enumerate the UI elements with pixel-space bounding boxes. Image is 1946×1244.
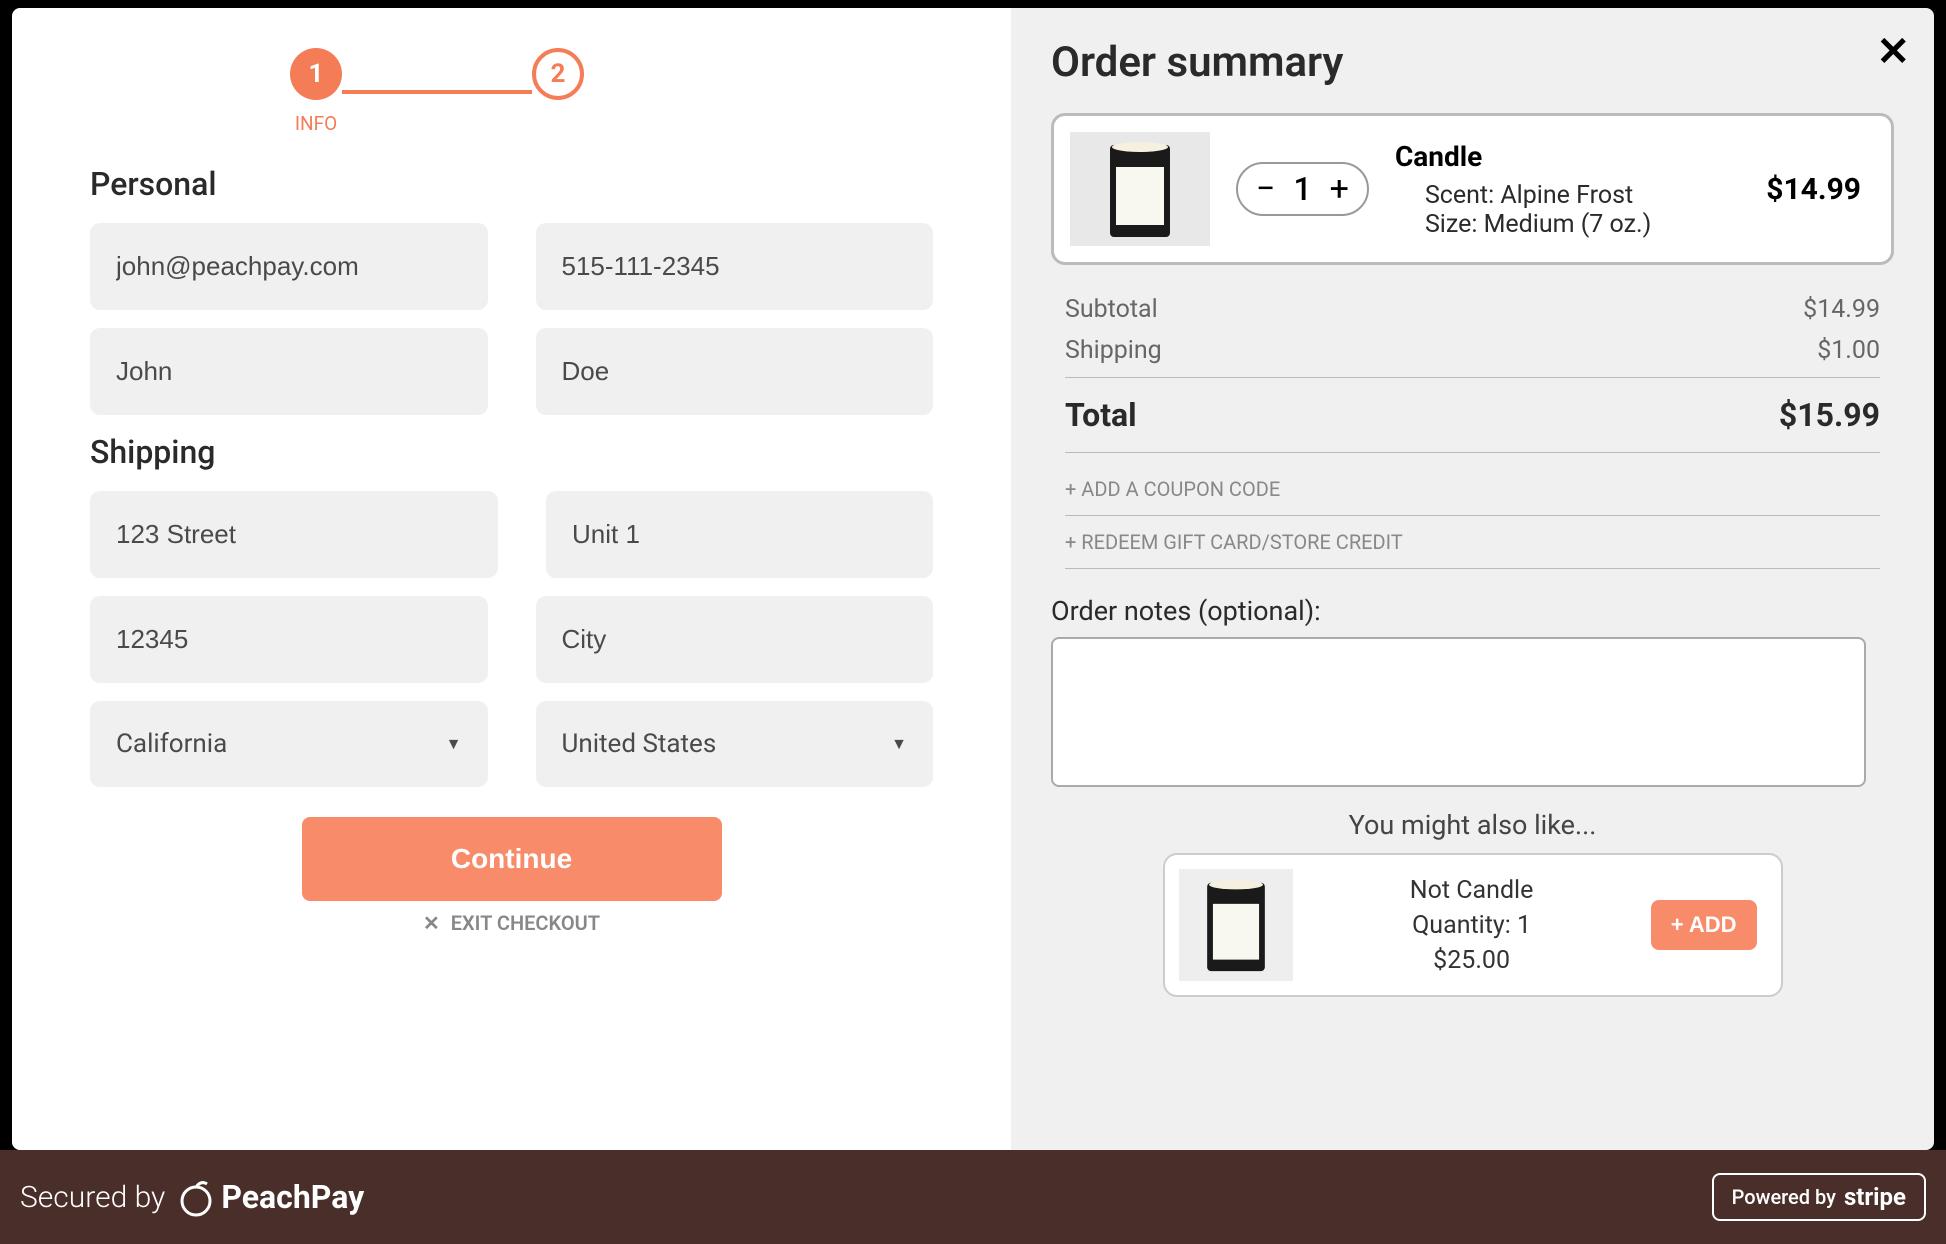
city-field[interactable] — [536, 596, 934, 683]
add-suggested-button[interactable]: + ADD — [1651, 900, 1757, 950]
quantity-value: 1 — [1293, 170, 1311, 208]
exit-checkout-label: EXIT CHECKOUT — [451, 911, 600, 935]
email-field[interactable] — [90, 223, 488, 310]
subtotal-value: $14.99 — [1803, 295, 1880, 324]
peach-icon — [175, 1176, 217, 1218]
summary-lines: Subtotal $14.99 Shipping $1.00 Total $15… — [1051, 295, 1894, 569]
item-scent: Scent: Alpine Frost — [1425, 181, 1740, 210]
footer: Secured by PeachPay Powered by stripe — [0, 1150, 1946, 1244]
candle-icon — [1102, 137, 1178, 241]
order-summary-title: Order summary — [1051, 38, 1894, 87]
street-field[interactable] — [90, 491, 498, 578]
country-value: United States — [562, 729, 717, 759]
shipping-cost-label: Shipping — [1065, 336, 1162, 365]
quantity-stepper: − 1 + — [1236, 162, 1369, 216]
increase-button[interactable]: + — [1330, 172, 1349, 206]
close-button[interactable]: ✕ — [1876, 32, 1910, 72]
suggestions-title: You might also like... — [1051, 809, 1894, 841]
order-notes-input[interactable] — [1051, 637, 1866, 787]
continue-button[interactable]: Continue — [302, 817, 722, 901]
chevron-down-icon: ▼ — [891, 734, 907, 754]
secured-by: Secured by PeachPay — [20, 1176, 364, 1218]
stepper-connector — [342, 90, 532, 94]
step-1-circle: 1 — [290, 48, 342, 100]
progress-stepper: 1 INFO 2 — [290, 48, 933, 135]
step-2-circle[interactable]: 2 — [532, 48, 584, 100]
subtotal-label: Subtotal — [1065, 295, 1158, 324]
peachpay-logo: PeachPay — [175, 1176, 364, 1218]
unit-field[interactable] — [546, 491, 933, 578]
order-notes-label: Order notes (optional): — [1051, 595, 1894, 627]
item-price: $14.99 — [1766, 172, 1861, 207]
step-2: 2 — [532, 48, 584, 135]
close-icon: ✕ — [423, 911, 440, 935]
stripe-badge: Powered by stripe — [1712, 1173, 1926, 1221]
suggested-product-image — [1179, 869, 1293, 981]
giftcard-link[interactable]: + REDEEM GIFT CARD/STORE CREDIT — [1065, 516, 1880, 569]
step-1-label: INFO — [295, 112, 337, 135]
powered-by-text: Powered by — [1732, 1185, 1836, 1209]
personal-heading: Personal — [90, 165, 933, 203]
checkout-modal: 1 INFO 2 Personal Shipping — [12, 8, 1934, 1150]
step-1: 1 INFO — [290, 48, 342, 135]
first-name-field[interactable] — [90, 328, 488, 415]
order-summary-panel: ✕ Order summary − 1 + Candle Scent: Alpi… — [1011, 8, 1934, 1150]
state-value: California — [116, 729, 227, 759]
last-name-field[interactable] — [536, 328, 934, 415]
product-image — [1070, 132, 1210, 246]
phone-field[interactable] — [536, 223, 934, 310]
peachpay-brand-text: PeachPay — [221, 1178, 364, 1216]
suggested-qty: Quantity: 1 — [1323, 911, 1621, 940]
candle-icon — [1199, 875, 1273, 975]
cart-item: − 1 + Candle Scent: Alpine Frost Size: M… — [1051, 113, 1894, 265]
country-select[interactable]: United States ▼ — [536, 701, 934, 787]
total-value: $15.99 — [1779, 396, 1880, 434]
stripe-logo-text: stripe — [1844, 1183, 1906, 1211]
secured-by-text: Secured by — [20, 1180, 165, 1215]
decrease-button[interactable]: − — [1256, 172, 1275, 206]
step-2-label — [556, 112, 561, 135]
chevron-down-icon: ▼ — [446, 734, 462, 754]
postal-field[interactable] — [90, 596, 488, 683]
item-size: Size: Medium (7 oz.) — [1425, 210, 1740, 239]
shipping-heading: Shipping — [90, 433, 933, 471]
state-select[interactable]: California ▼ — [90, 701, 488, 787]
shipping-cost-value: $1.00 — [1817, 336, 1880, 365]
total-label: Total — [1065, 396, 1137, 434]
suggested-name: Not Candle — [1323, 876, 1621, 905]
item-details: Candle Scent: Alpine Frost Size: Medium … — [1395, 140, 1740, 239]
coupon-link[interactable]: + ADD A COUPON CODE — [1065, 463, 1880, 516]
item-name: Candle — [1395, 140, 1740, 173]
exit-checkout-link[interactable]: ✕ EXIT CHECKOUT — [90, 911, 933, 935]
suggested-product-card: Not Candle Quantity: 1 $25.00 + ADD — [1163, 853, 1783, 997]
info-panel: 1 INFO 2 Personal Shipping — [12, 8, 1011, 1150]
suggested-price: $25.00 — [1323, 946, 1621, 975]
